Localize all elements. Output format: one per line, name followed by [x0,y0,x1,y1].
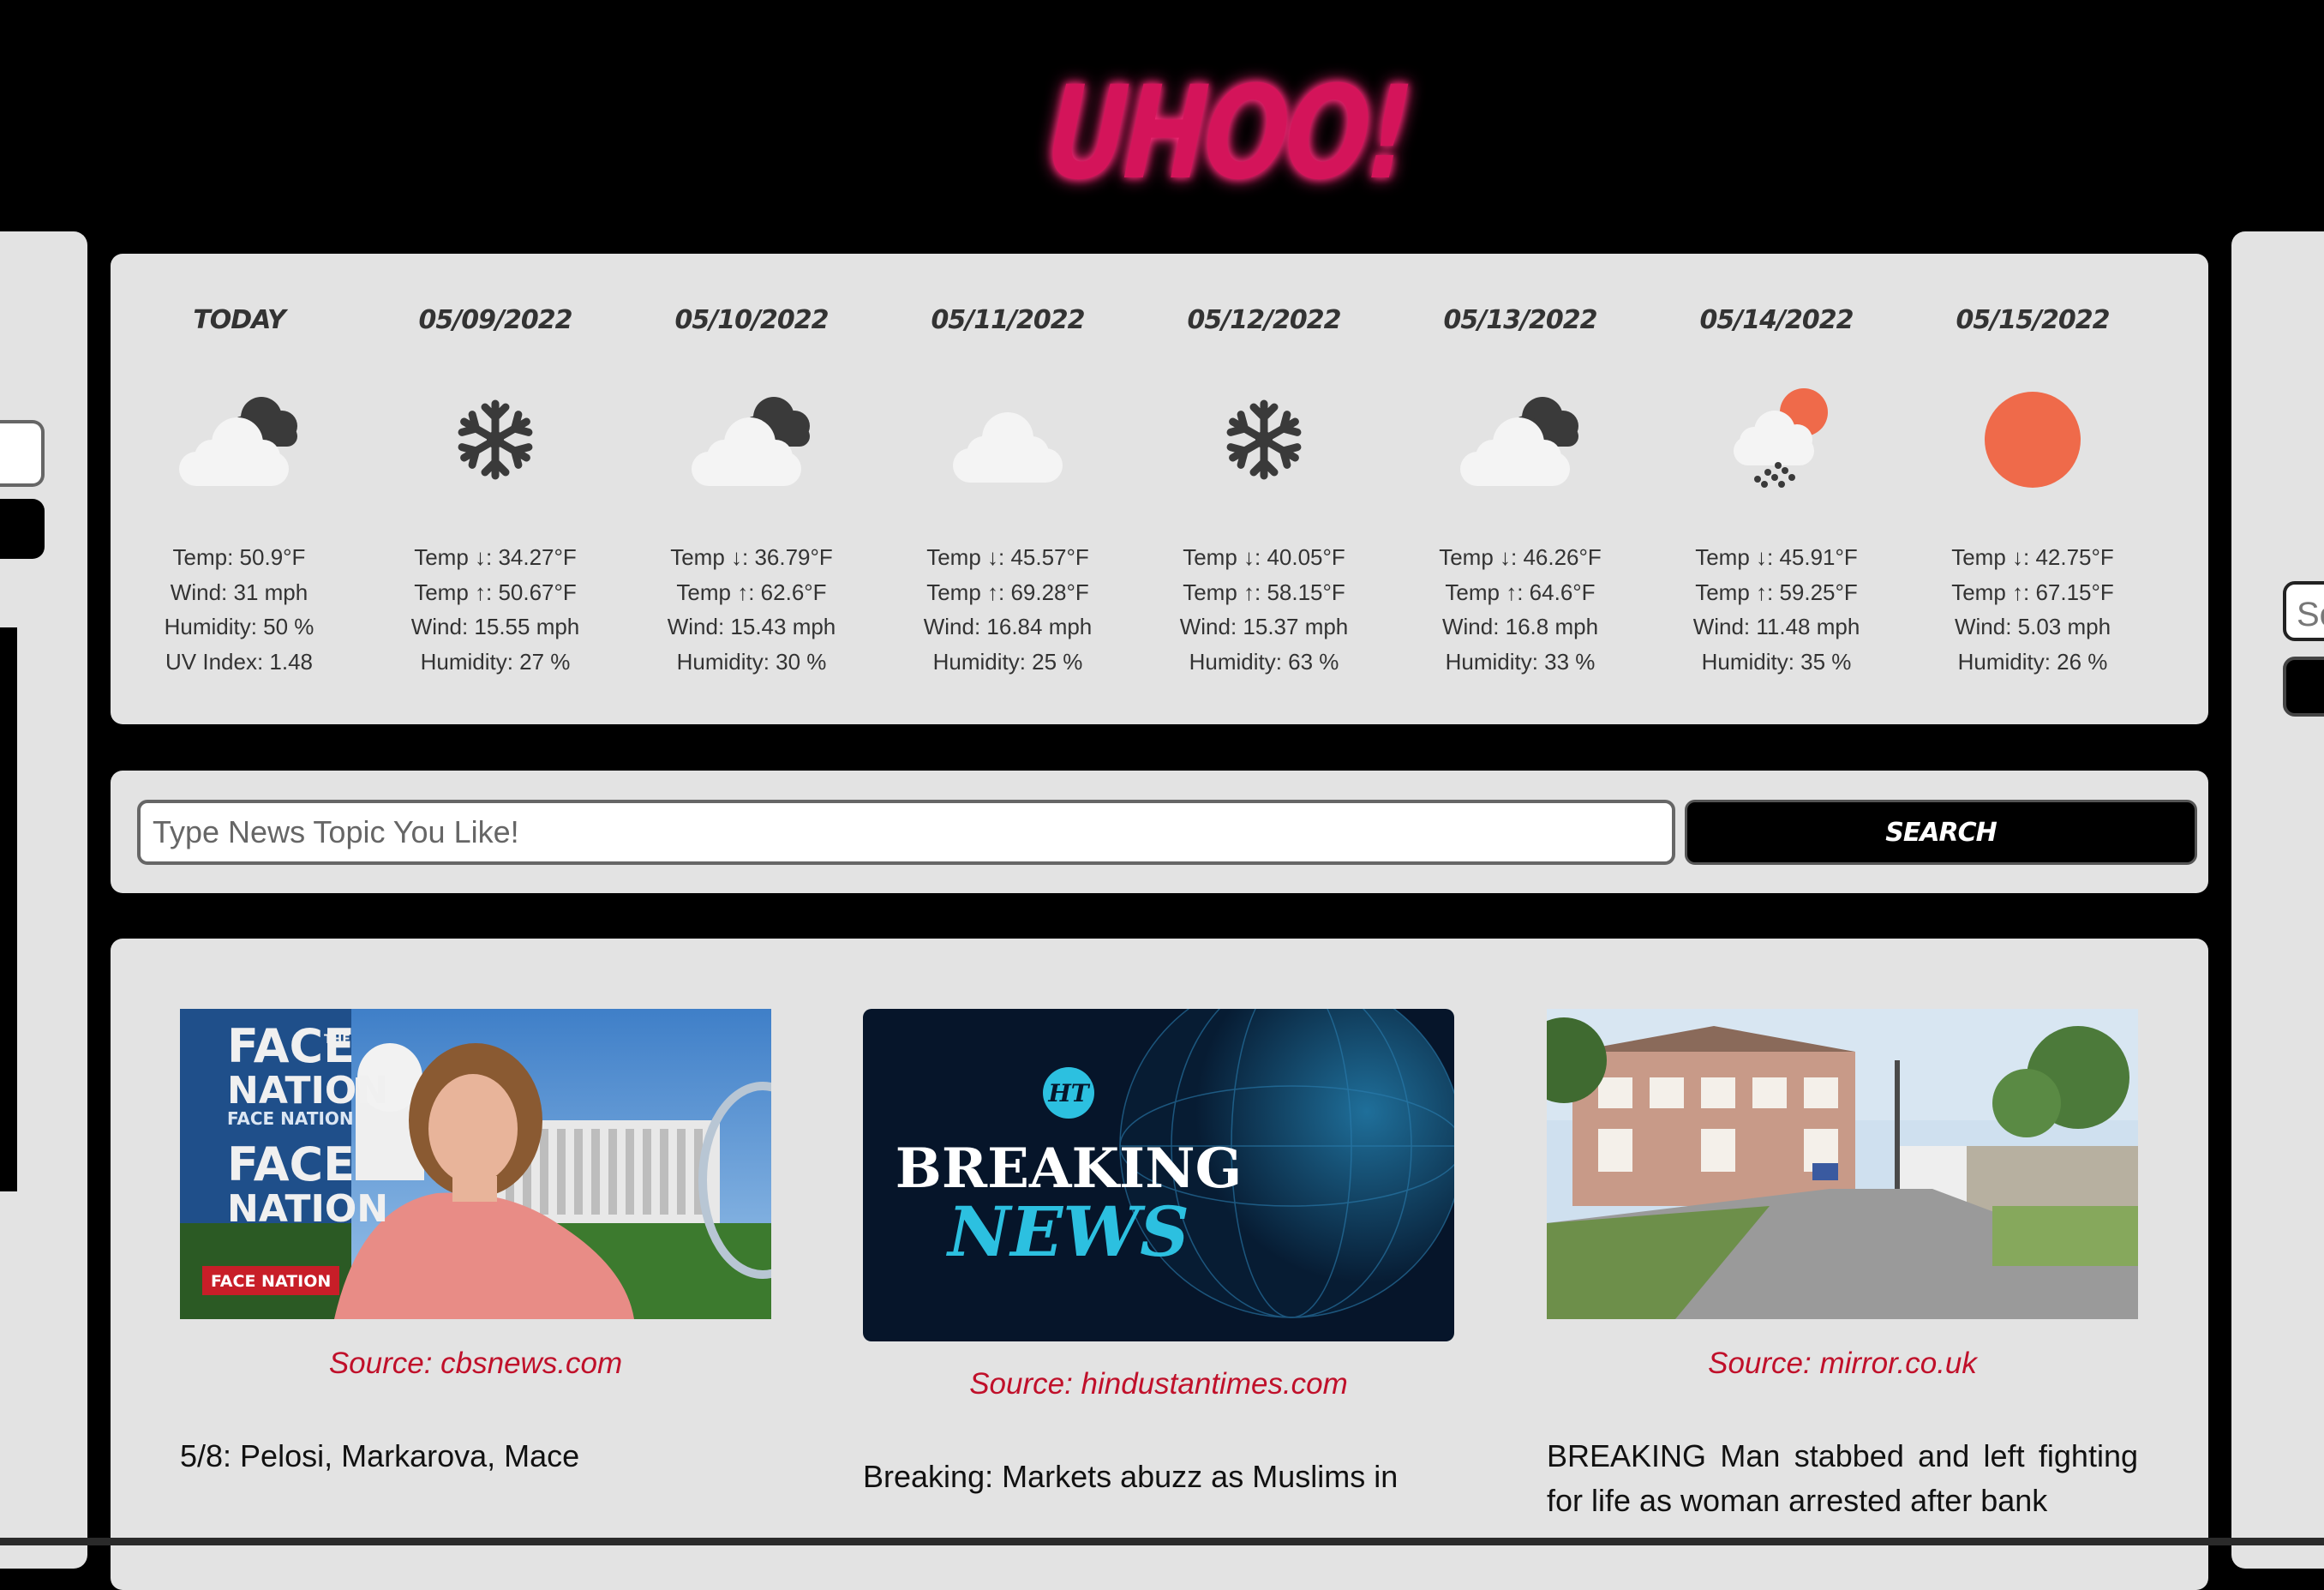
forecast-day-title: 05/12/2022 [1187,305,1342,335]
image-text: NEWS [945,1191,1189,1272]
image-text: THE [324,1033,350,1047]
forecast-line: Temp ↑: 59.25°F [1695,579,1858,605]
forecast-line: Temp ↑: 67.15°F [1951,579,2114,605]
forecast-stats: Temp ↓: 46.26°F Temp ↑: 64.6°F Wind: 16.… [1392,540,1649,679]
right-side-search-button[interactable] [2283,657,2324,717]
right-side-search-input[interactable]: Se [2283,581,2324,641]
forecast-line: Humidity: 63 % [1189,648,1339,675]
forecast-line: Temp ↑: 58.15°F [1183,579,1345,605]
breaking-news-image[interactable]: HT BREAKING NEWS [863,1009,1454,1341]
forecast-line: Temp ↓: 45.91°F [1695,544,1858,570]
forecast-line: Temp ↑: 69.28°F [926,579,1089,605]
forecast-stats: Temp ↓: 42.75°F Temp ↑: 67.15°F Wind: 5.… [1904,540,2161,679]
forecast-line: UV Index: 1.48 [165,648,313,675]
image-text: FACE NATION [227,1108,354,1129]
forecast-stats: Temp ↓: 45.57°F Temp ↑: 69.28°F Wind: 16… [879,540,1136,679]
news-headline[interactable]: 5/8: Pelosi, Markarova, Mace [180,1434,771,1479]
forecast-day-title: 05/15/2022 [1956,305,2111,335]
forecast-line: Wind: 16.8 mph [1441,614,1599,639]
forecast-line: Temp: 50.9°F [172,544,306,570]
partly-cloudy-icon [683,378,820,507]
forecast-line: Temp ↓: 46.26°F [1439,544,1602,570]
forecast-line: Temp ↓: 40.05°F [1183,544,1345,570]
news-search-panel: SEARCH [111,771,2208,893]
sun-rain-icon [1708,378,1845,507]
forecast-day-title: 05/09/2022 [418,305,573,335]
forecast-line: Wind: 15.37 mph [1179,614,1349,639]
forecast-line: Temp ↑: 50.67°F [414,579,577,605]
face-the-nation-image[interactable]: FACE NATION FACE NATION FACE NATION THE … [180,1009,771,1319]
search-button[interactable]: SEARCH [1685,800,2197,865]
forecast-stats: Temp ↓: 40.05°F Temp ↑: 58.15°F Wind: 15… [1135,540,1393,679]
window-bottom-bar [0,1538,2324,1545]
snow-icon [1195,378,1333,507]
left-side-input[interactable] [0,420,45,487]
forecast-line: Humidity: 33 % [1445,648,1596,675]
left-side-panel [0,231,87,1569]
forecast-day-title: 05/14/2022 [1699,305,1854,335]
forecast-line: Wind: 16.84 mph [923,614,1093,639]
forecast-line: Temp ↓: 45.57°F [926,544,1089,570]
news-headline[interactable]: BREAKING Man stabbed and left fighting f… [1547,1434,2138,1523]
forecast-line: Humidity: 25 % [932,648,1083,675]
forecast-line: Temp ↓: 36.79°F [670,544,833,570]
news-search-input[interactable] [137,800,1675,865]
left-side-strip [0,627,17,1191]
image-text: HT [1047,1079,1090,1107]
forecast-line: Humidity: 27 % [420,648,571,675]
image-text: FACE [227,1137,355,1191]
forecast-stats: Temp ↓: 36.79°F Temp ↑: 62.6°F Wind: 15.… [623,540,880,679]
forecast-stats: Temp ↓: 34.27°F Temp ↑: 50.67°F Wind: 15… [367,540,624,679]
forecast-line: Humidity: 26 % [1957,648,2108,675]
right-side-panel: Se [2231,231,2324,1569]
forecast-line: Temp ↓: 42.75°F [1951,544,2114,570]
forecast-day-title: 05/11/2022 [931,305,1086,335]
news-source[interactable]: Source: mirror.co.uk [1547,1347,2138,1381]
image-text: FACE NATION [211,1272,331,1291]
forecast-line: Wind: 31 mph [170,579,308,605]
news-source[interactable]: Source: cbsnews.com [180,1347,771,1381]
forecast-line: Temp ↑: 64.6°F [1445,579,1596,605]
forecast-line: Humidity: 50 % [164,614,314,639]
forecast-line: Wind: 5.03 mph [1954,614,2111,639]
forecast-line: Wind: 11.48 mph [1692,614,1860,639]
image-text: NATION [227,1069,388,1113]
forecast-stats: Temp ↓: 45.91°F Temp ↑: 59.25°F Wind: 11… [1648,540,1905,679]
left-side-button[interactable] [0,499,45,559]
partly-cloudy-icon [1452,378,1589,507]
forecast-day-title: 05/13/2022 [1443,305,1598,335]
forecast-line: Humidity: 30 % [676,648,827,675]
cloud-icon [939,378,1076,507]
forecast-line: Temp ↑: 62.6°F [676,579,827,605]
app-logo[interactable]: UHOO! [1043,59,1412,208]
news-headline[interactable]: Breaking: Markets abuzz as Muslims in [863,1455,1454,1499]
forecast-line: Wind: 15.43 mph [667,614,836,639]
forecast-day-title: 05/10/2022 [674,305,830,335]
partly-cloudy-icon [171,378,308,507]
forecast-line: Humidity: 35 % [1701,648,1852,675]
forecast-line: Temp ↓: 34.27°F [414,544,577,570]
forecast-line: Wind: 15.55 mph [410,614,580,639]
news-source[interactable]: Source: hindustantimes.com [863,1367,1454,1401]
news-panel: FACE NATION FACE NATION FACE NATION THE … [111,939,2208,1590]
image-text: NATION [227,1187,388,1231]
forecast-day-title: TODAY [193,305,285,335]
street-view-image[interactable] [1547,1009,2138,1319]
snow-icon [427,378,564,507]
forecast-stats: Temp: 50.9°F Wind: 31 mph Humidity: 50 %… [111,540,368,679]
weather-forecast-panel: TODAY Temp: 50.9°F Wind: 31 mph Humidity… [111,254,2208,724]
sun-icon [1964,378,2101,507]
